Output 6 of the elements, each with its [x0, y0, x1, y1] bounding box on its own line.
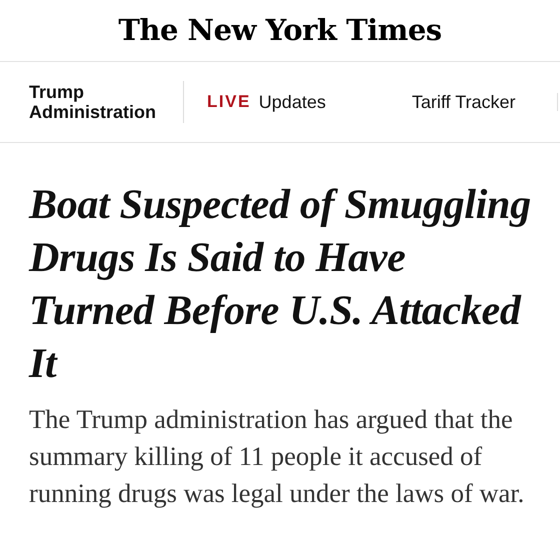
logo[interactable]: The New York Times [118, 8, 442, 52]
section-link[interactable]: Trump Administration [29, 81, 184, 123]
nav-link[interactable]: Tariff Tracker [412, 88, 516, 116]
nav-link[interactable]: LIVE Updates [207, 88, 326, 116]
headline: Boat Suspected of Smuggling Drugs Is Said to Have Turned Before U.S. Attacked It [28, 181, 532, 389]
summary: The Trump administration has argued that the summary killing of 11 people it accused of running drugs was legal under the laws of war. [28, 403, 526, 510]
